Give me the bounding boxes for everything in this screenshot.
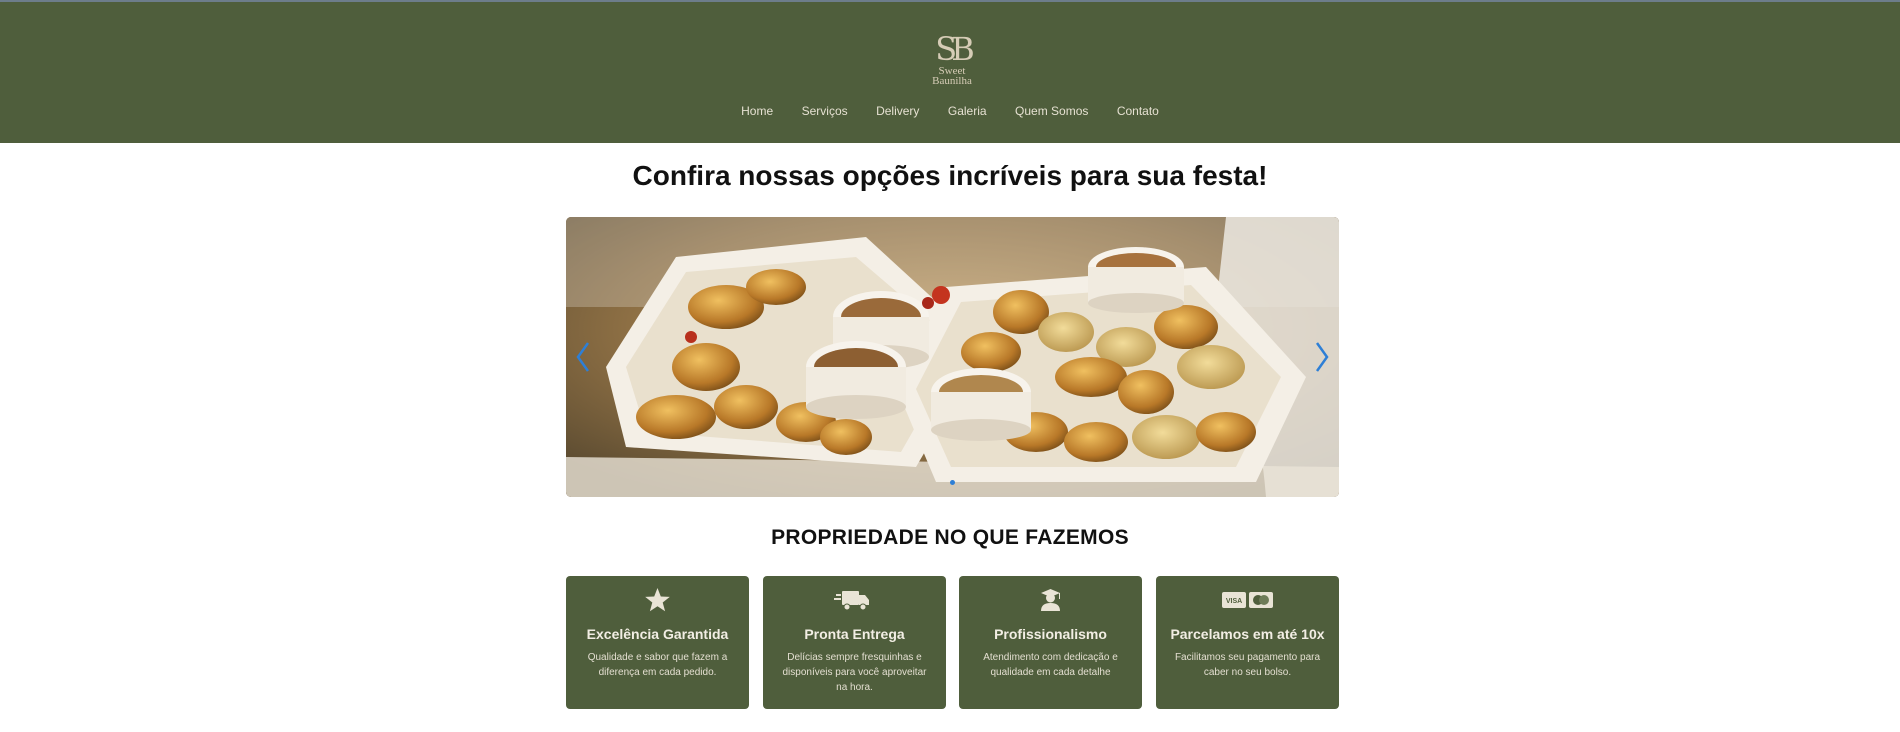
page-title: Confira nossas opções incríveis para sua… [632, 160, 1268, 191]
feature-card-profissionalismo: Profissionalismo Atendimento com dedicaç… [959, 576, 1142, 709]
nav-item-home[interactable]: Home [741, 103, 773, 119]
brand-logo[interactable]: SB Sweet Baunilha [920, 32, 984, 88]
feature-card-text: Qualidade e sabor que fazem a diferença … [587, 652, 728, 678]
feature-card-title: Parcelamos em até 10x [1170, 626, 1325, 642]
nav-item-servicos[interactable]: Serviços [802, 103, 848, 119]
food-carousel[interactable] [566, 217, 1339, 497]
feature-card-excelencia: Excelência Garantida Qualidade e sabor q… [566, 576, 749, 709]
carousel-slide-food-platters [566, 217, 1339, 497]
nav-item-quem-somos[interactable]: Quem Somos [1015, 103, 1088, 119]
main-nav: Home Serviços Delivery Galeria Quem Somo… [0, 102, 1900, 120]
nav-item-contato[interactable]: Contato [1117, 103, 1159, 119]
nav-item-galeria[interactable]: Galeria [948, 103, 987, 119]
feature-card-text: Atendimento com dedicação e qualidade em… [983, 652, 1118, 678]
carousel-indicators [566, 472, 1339, 490]
chevron-left-icon [576, 342, 590, 372]
nav-item-delivery[interactable]: Delivery [876, 103, 919, 119]
payment-cards-icon: VISA [1222, 592, 1273, 608]
feature-card-pronta-entrega: Pronta Entrega Delícias sempre fresquinh… [763, 576, 946, 709]
feature-card-parcelamento: VISA Parcelamos em até 10x Facilitamos s… [1156, 576, 1339, 709]
brand-monogram: SB [935, 30, 974, 68]
carousel-prev-button[interactable] [568, 337, 598, 377]
feature-card-text: Delícias sempre fresquinhas e disponívei… [782, 652, 927, 693]
feature-card-title: Pronta Entrega [804, 626, 905, 642]
brand-name-line2: Baunilha [932, 75, 972, 87]
features-heading: PROPRIEDADE NO QUE FAZEMOS [771, 526, 1129, 549]
delivery-truck-icon [834, 591, 869, 611]
svg-text:VISA: VISA [1226, 598, 1242, 605]
graduate-icon [1041, 589, 1060, 611]
feature-card-text: Facilitamos seu pagamento para caber no … [1174, 652, 1321, 678]
feature-card-title: Profissionalismo [994, 626, 1107, 642]
carousel-next-button[interactable] [1307, 337, 1337, 377]
features-grid: Excelência Garantida Qualidade e sabor q… [566, 576, 1339, 709]
star-icon [645, 588, 670, 612]
feature-card-title: Excelência Garantida [586, 626, 729, 642]
site-header: SB Sweet Baunilha Home Serviços Delivery… [0, 2, 1900, 143]
carousel-dot[interactable] [950, 480, 955, 485]
chevron-right-icon [1315, 342, 1329, 372]
